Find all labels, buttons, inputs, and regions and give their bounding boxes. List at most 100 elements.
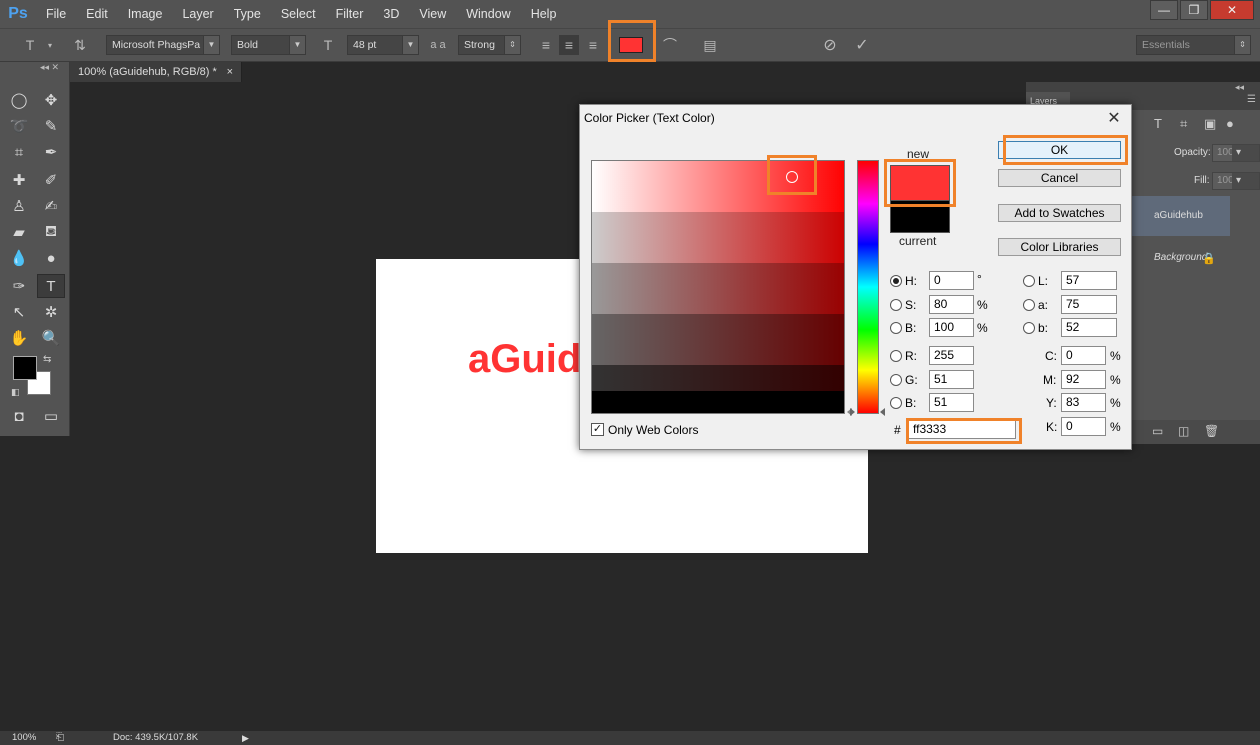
hue-slider-right-arrow-icon[interactable] (880, 408, 885, 416)
new-layer-icon[interactable]: ◫ (1178, 424, 1189, 438)
menu-window[interactable]: Window (456, 0, 520, 28)
green-input[interactable]: 51 (929, 370, 974, 389)
foreground-color-swatch[interactable] (13, 356, 37, 380)
add-to-swatches-button[interactable]: Add to Swatches (998, 204, 1121, 222)
saturation-input[interactable]: 80 (929, 295, 974, 314)
status-menu-arrow-icon[interactable]: ▶ (242, 731, 249, 745)
swap-colors-icon[interactable]: ⇆ (43, 354, 51, 365)
black-input[interactable]: 0 (1061, 417, 1106, 436)
menu-type[interactable]: Type (224, 0, 271, 28)
close-tab-icon[interactable]: × (227, 62, 233, 82)
lightness-input[interactable]: 57 (1061, 271, 1117, 290)
toggle-orientation-icon[interactable]: ⇅ (70, 35, 90, 55)
cyan-input[interactable]: 0 (1061, 346, 1106, 365)
screen-mode-icon[interactable]: ▭ (37, 404, 65, 428)
move-tool-icon[interactable]: ✥ (37, 88, 65, 112)
brightness-radio[interactable] (890, 322, 902, 334)
character-panel-icon[interactable]: ▤ (700, 35, 720, 55)
fill-dropdown[interactable]: ▾ (1232, 172, 1260, 190)
commit-edits-icon[interactable]: ✓ (852, 35, 872, 55)
a-channel-input[interactable]: 75 (1061, 295, 1117, 314)
brightness-input[interactable]: 100 (929, 318, 974, 337)
hand-tool-icon[interactable]: ✋ (5, 326, 33, 350)
preset-dropdown-icon[interactable]: ▾ (40, 35, 60, 55)
align-center-icon[interactable]: ≡ (559, 35, 579, 55)
hue-slider-left-arrow-icon[interactable] (850, 408, 855, 416)
green-radio[interactable] (890, 374, 902, 386)
type-tool-icon[interactable]: T (37, 274, 65, 298)
type-tool-preset-icon[interactable]: T (20, 35, 40, 55)
crop-tool-icon[interactable]: ⌗ (5, 140, 33, 164)
b-channel-radio[interactable] (1023, 322, 1035, 334)
font-style-select[interactable]: Bold ▼ (231, 35, 306, 55)
history-brush-tool-icon[interactable]: ✍ (37, 194, 65, 218)
b-channel-input[interactable]: 52 (1061, 318, 1117, 337)
blur-tool-icon[interactable]: 💧 (5, 246, 33, 270)
opacity-dropdown[interactable]: ▾ (1232, 144, 1260, 162)
minimize-button[interactable]: — (1150, 0, 1178, 20)
path-selection-tool-icon[interactable]: ↖ (5, 300, 33, 324)
elliptical-marquee-tool-icon[interactable]: ◯ (5, 88, 33, 112)
font-family-select[interactable]: Microsoft PhagsPa ▼ (106, 35, 220, 55)
saturation-radio[interactable] (890, 299, 902, 311)
eraser-tool-icon[interactable]: ▰ (5, 220, 33, 244)
clone-stamp-tool-icon[interactable]: ♙ (5, 194, 33, 218)
eyedropper-tool-icon[interactable]: ✒ (37, 140, 65, 164)
quick-selection-tool-icon[interactable]: ✎ (37, 114, 65, 138)
color-libraries-button[interactable]: Color Libraries (998, 238, 1121, 256)
align-right-icon[interactable]: ≡ (583, 35, 603, 55)
new-group-icon[interactable]: ▭ (1152, 424, 1163, 438)
menu-select[interactable]: Select (271, 0, 326, 28)
close-window-button[interactable]: ✕ (1210, 0, 1254, 20)
close-icon[interactable]: ✕ (1103, 107, 1125, 129)
blue-input[interactable]: 51 (929, 393, 974, 412)
export-icon[interactable]: ⎗ (56, 731, 64, 745)
quick-mask-icon[interactable]: ◘ (5, 404, 33, 428)
menu-filter[interactable]: Filter (326, 0, 374, 28)
menu-layer[interactable]: Layer (172, 0, 223, 28)
custom-shape-tool-icon[interactable]: ✲ (37, 300, 65, 324)
hue-slider[interactable] (857, 160, 879, 414)
warp-text-icon[interactable]: ⌒ (660, 35, 680, 55)
restore-button[interactable]: ❐ (1180, 0, 1208, 20)
filter-toggle-icon[interactable]: ● (1226, 116, 1234, 131)
zoom-level[interactable]: 100% (12, 731, 36, 745)
a-channel-radio[interactable] (1023, 299, 1035, 311)
antialias-select[interactable]: Strong ⇕ (458, 35, 521, 55)
cancel-edits-icon[interactable]: ⊘ (820, 35, 840, 55)
lasso-tool-icon[interactable]: ➰ (5, 114, 33, 138)
yellow-input[interactable]: 83 (1061, 393, 1106, 412)
panel-menu-icon[interactable]: ☰ (1247, 94, 1256, 105)
collapse-panel-icon[interactable]: ◂◂ (1235, 82, 1244, 93)
trash-icon[interactable]: 🗑 (1204, 424, 1219, 438)
brush-tool-icon[interactable]: ✐ (37, 168, 65, 192)
hue-input[interactable]: 0 (929, 271, 974, 290)
only-web-colors-checkbox[interactable]: ✓ (591, 423, 604, 436)
color-field[interactable] (591, 160, 845, 414)
default-colors-icon[interactable]: ◧ (11, 387, 20, 398)
menu-file[interactable]: File (36, 0, 76, 28)
blue-radio[interactable] (890, 397, 902, 409)
filter-type-layer-icon[interactable]: T (1154, 116, 1162, 131)
align-left-icon[interactable]: ≡ (536, 35, 556, 55)
lightness-radio[interactable] (1023, 275, 1035, 287)
filter-smart-object-icon[interactable]: ▣ (1204, 116, 1216, 132)
zoom-tool-icon[interactable]: 🔍 (37, 326, 65, 350)
workspace-select[interactable]: Essentials ⇕ (1136, 35, 1251, 55)
document-tab[interactable]: 100% (aGuidehub, RGB/8) * × (70, 62, 242, 82)
menu-view[interactable]: View (409, 0, 456, 28)
paint-bucket-tool-icon[interactable]: ⛾ (37, 220, 65, 244)
menu-help[interactable]: Help (521, 0, 567, 28)
collapse-panel-icon[interactable]: ◂◂ ✕ (40, 62, 59, 73)
menu-image[interactable]: Image (118, 0, 173, 28)
red-radio[interactable] (890, 350, 902, 362)
dodge-tool-icon[interactable]: ● (37, 246, 65, 270)
font-size-select[interactable]: 48 pt ▼ (347, 35, 419, 55)
hue-radio[interactable] (890, 275, 902, 287)
red-input[interactable]: 255 (929, 346, 974, 365)
filter-shape-layer-icon[interactable]: ⌗ (1180, 116, 1187, 132)
pen-tool-icon[interactable]: ✑ (5, 274, 33, 298)
menu-3d[interactable]: 3D (373, 0, 409, 28)
magenta-input[interactable]: 92 (1061, 370, 1106, 389)
cancel-button[interactable]: Cancel (998, 169, 1121, 187)
